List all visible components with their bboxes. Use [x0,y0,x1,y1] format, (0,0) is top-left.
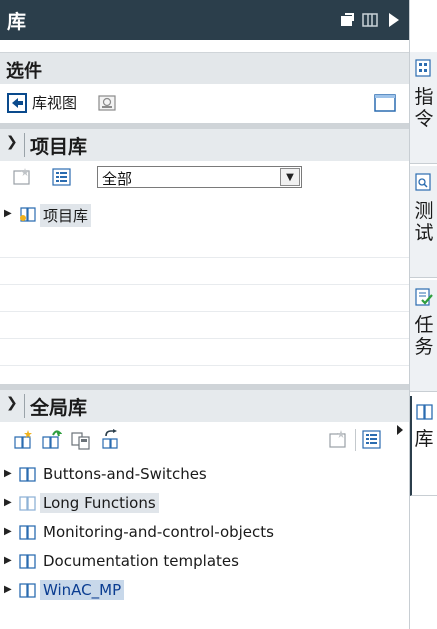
open-library-icon[interactable] [40,429,62,451]
expand-arrow-icon[interactable]: ▶ [4,497,12,508]
library-book-icon [19,583,36,598]
filter-select[interactable]: 全部 ▼ [97,166,302,188]
details-view-icon[interactable] [51,167,73,187]
tab-label: 指令 [414,86,434,130]
toolbar-divider [355,429,356,451]
window-icon[interactable] [374,93,396,113]
tree-item-label: 项目库 [40,204,92,227]
tab-label: 测试 [414,200,434,244]
row-line [0,257,409,258]
layout-columns-icon[interactable] [361,11,379,29]
tree-item-global-library[interactable]: ▶ Buttons-and-Switches [0,461,409,488]
tab-label: 任务 [414,314,434,358]
library-book-icon [19,496,36,511]
overflow-arrow-icon[interactable] [395,424,405,436]
header-divider [24,394,25,418]
library-view-label: 库视图 [32,94,78,112]
tree-item-label: Buttons-and-Switches [43,465,207,483]
expand-arrow-icon[interactable]: ▶ [4,468,12,479]
global-library-header[interactable]: ❯ 全局库 [0,390,409,422]
tree-item-label: WinAC_MP [40,580,125,600]
tab-tasks[interactable]: 任务 [410,280,437,392]
expand-arrow-icon[interactable]: ▶ [4,555,12,566]
library-book-icon [19,554,36,569]
expand-arrow-icon[interactable]: ▶ [4,208,12,219]
details-view-icon[interactable] [361,429,383,451]
library-view-toggle-icon[interactable] [7,93,27,113]
tab-testing[interactable]: 测试 [410,166,437,278]
pane-title: 库 [7,11,27,33]
libraries-panel: 库 选件 库视图 ❯ 项目库 全部 ▼ ▶ 项目库 ❯ 全局库 ▶ Button… [0,0,409,629]
float-window-icon[interactable] [338,11,356,29]
expand-arrow-icon[interactable]: ▶ [4,526,12,537]
tab-label: 库 [414,428,434,450]
tree-item-global-library[interactable]: ▶ Long Functions [0,490,409,517]
chevron-down-icon[interactable]: ❯ [6,395,18,411]
options-section-header: 选件 [0,52,409,84]
library-book-icon [19,467,36,482]
project-library-header[interactable]: ❯ 项目库 [0,129,409,161]
project-library-title: 项目库 [30,136,88,158]
task-card-dock: 指令 测试 任务 库 [409,0,437,629]
tree-item-global-library[interactable]: ▶ Documentation templates [0,548,409,575]
library-settings-icon[interactable] [97,93,117,113]
pane-titlebar: 库 [0,0,409,40]
libraries-pane: 库 选件 库视图 ❯ 项目库 全部 ▼ ▶ 项目库 ❯ 全局库 ▶ Button… [0,0,437,629]
dock-top [410,0,437,40]
library-book-icon [19,525,36,540]
options-label: 选件 [6,61,42,82]
tab-instructions[interactable]: 指令 [410,52,437,164]
new-folder-icon[interactable] [11,167,33,187]
tree-item-project-library[interactable]: ▶ 项目库 [0,201,409,228]
collapse-pane-icon[interactable] [385,11,401,29]
tasks-icon [415,288,433,306]
header-divider [24,133,25,157]
tree-item-label: Long Functions [40,493,159,513]
libraries-icon [416,404,433,420]
instructions-icon [415,59,431,77]
row-line [0,284,409,285]
new-library-icon[interactable] [12,429,34,451]
row-line [0,311,409,312]
row-line [0,338,409,339]
project-library-icon [20,207,36,222]
new-folder-icon[interactable] [327,429,349,451]
tree-item-global-library[interactable]: ▶ WinAC_MP [0,577,409,604]
tree-item-label: Monitoring-and-control-objects [43,523,274,541]
global-library-title: 全局库 [30,397,88,419]
row-line [0,365,409,366]
tab-libraries[interactable]: 库 [410,396,437,496]
chevron-down-icon[interactable]: ❯ [6,134,18,150]
close-library-icon[interactable] [99,429,121,451]
tree-item-global-library[interactable]: ▶ Monitoring-and-control-objects [0,519,409,546]
library-view-row: 库视图 [0,84,409,122]
testing-icon [415,173,431,191]
expand-arrow-icon[interactable]: ▶ [4,584,12,595]
global-library-toolbar [0,422,409,458]
dropdown-arrow-icon[interactable]: ▼ [280,168,300,186]
tree-item-label: Documentation templates [43,552,239,570]
filter-select-value: 全部 [102,170,133,188]
save-library-icon[interactable] [70,429,92,451]
